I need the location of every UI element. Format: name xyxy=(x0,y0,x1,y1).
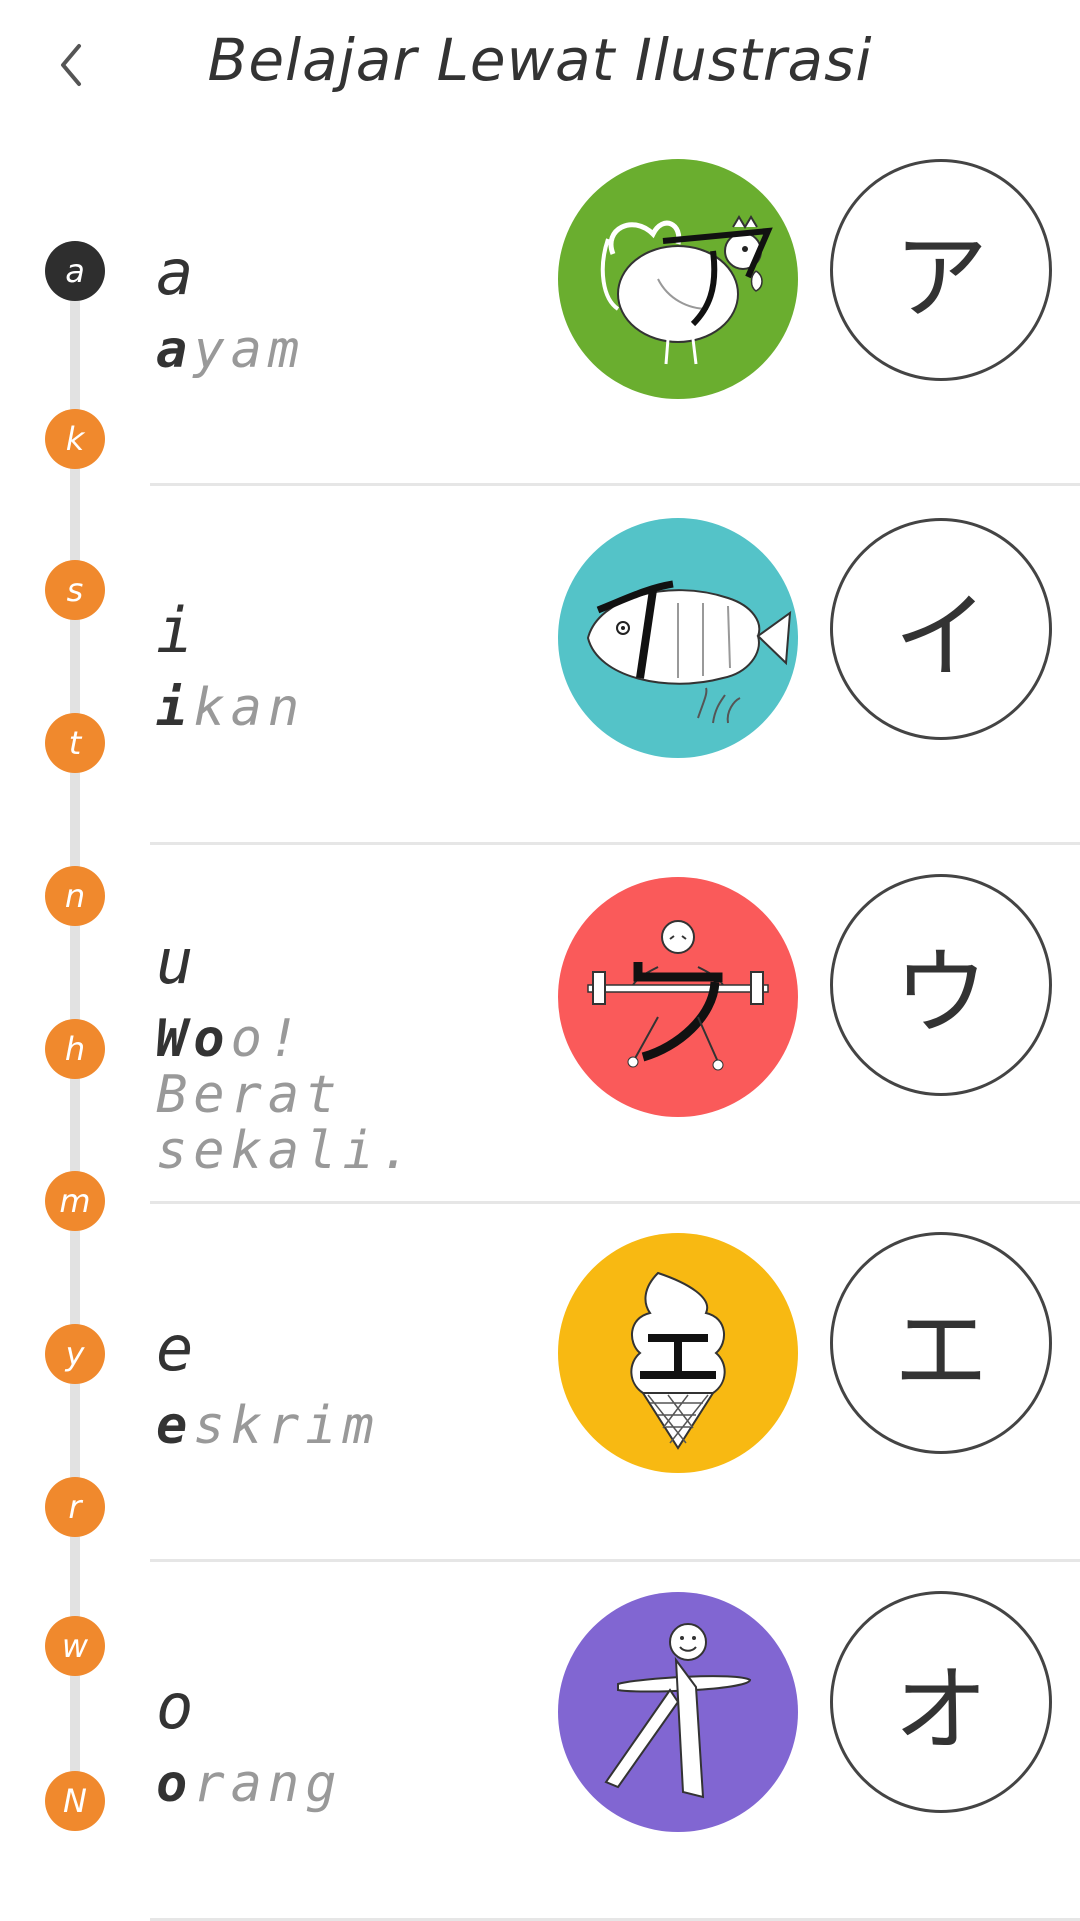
list-item[interactable]: o orang オ xyxy=(150,1562,1080,1921)
page-title: Belajar Lewat Ilustrasi xyxy=(207,26,873,94)
fish-illustration[interactable] xyxy=(558,518,798,758)
list-item[interactable]: a ayam ア xyxy=(150,127,1080,486)
index-item-h[interactable]: h xyxy=(45,1019,105,1079)
word-highlight: i xyxy=(156,678,194,738)
person-illustration[interactable] xyxy=(558,1592,798,1832)
example-word: ikan xyxy=(156,680,516,736)
ice-cream-illustration[interactable] xyxy=(558,1233,798,1473)
index-item-w[interactable]: w xyxy=(45,1616,105,1676)
kana-button[interactable]: オ xyxy=(830,1591,1052,1813)
app-header: Belajar Lewat Ilustrasi xyxy=(0,0,1080,130)
example-word: ayam xyxy=(156,322,516,378)
index-item-m[interactable]: m xyxy=(45,1171,105,1231)
kana-button[interactable]: エ xyxy=(830,1232,1052,1454)
ice-cream-icon xyxy=(558,1233,798,1473)
index-item-s[interactable]: s xyxy=(45,560,105,620)
romaji-label: e xyxy=(156,1312,194,1385)
weightlifter-icon xyxy=(558,877,798,1117)
chicken-icon xyxy=(558,159,798,399)
romaji-label: o xyxy=(156,1670,194,1743)
index-item-N[interactable]: N xyxy=(45,1771,105,1831)
index-item-a[interactable]: a xyxy=(45,241,105,301)
romaji-label: a xyxy=(156,236,194,309)
list-item[interactable]: i ikan イ xyxy=(150,486,1080,845)
word-highlight: e xyxy=(156,1396,194,1456)
weightlifter-illustration[interactable] xyxy=(558,877,798,1117)
word-rest: skrim xyxy=(193,1396,380,1456)
index-item-r[interactable]: r xyxy=(45,1477,105,1537)
word-rest: kan xyxy=(193,678,306,738)
word-highlight: a xyxy=(156,320,194,380)
example-word: orang xyxy=(156,1756,516,1812)
index-item-n[interactable]: n xyxy=(45,866,105,926)
list-item[interactable]: e eskrim エ xyxy=(150,1203,1080,1562)
word-highlight: o xyxy=(156,1754,194,1814)
index-item-t[interactable]: t xyxy=(45,713,105,773)
person-icon xyxy=(558,1592,798,1832)
index-item-k[interactable]: k xyxy=(45,409,105,469)
chicken-illustration[interactable] xyxy=(558,159,798,399)
word-rest: yam xyxy=(193,320,306,380)
kana-button[interactable]: イ xyxy=(830,518,1052,740)
romaji-label: u xyxy=(156,925,194,998)
kana-button[interactable]: ウ xyxy=(830,874,1052,1096)
example-word: eskrim xyxy=(156,1398,516,1454)
index-item-y[interactable]: y xyxy=(45,1324,105,1384)
word-highlight: Wo xyxy=(156,1009,231,1069)
fish-icon xyxy=(558,518,798,758)
list-item[interactable]: u Woo! Berat sekali. ウ xyxy=(150,845,1080,1204)
romaji-label: i xyxy=(156,594,194,667)
example-word: Woo! Berat sekali. xyxy=(156,1011,516,1179)
word-rest: rang xyxy=(193,1754,343,1814)
kana-button[interactable]: ア xyxy=(830,159,1052,381)
